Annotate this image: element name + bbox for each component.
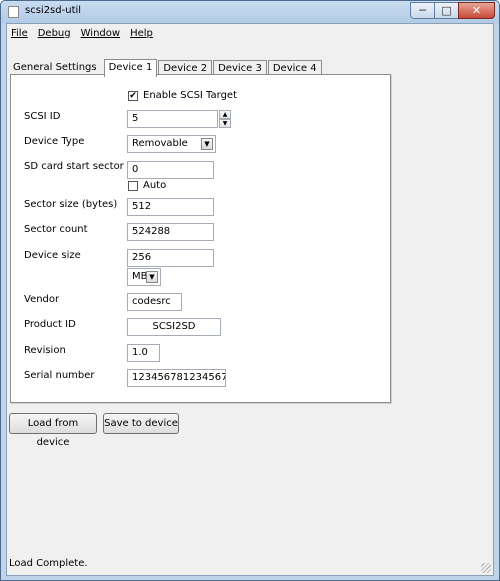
auto-label: Auto: [143, 180, 167, 191]
device-size-input[interactable]: 256: [127, 249, 214, 267]
revision-label: Revision: [24, 345, 66, 356]
sd-start-sector-label: SD card start sector: [24, 161, 124, 172]
tab-device-1[interactable]: Device 1: [103, 59, 158, 77]
scsi-id-spin-down-icon[interactable]: ▼: [219, 119, 231, 128]
sector-count-input[interactable]: 524288: [127, 223, 214, 241]
revision-input[interactable]: 1.0: [127, 344, 160, 362]
scsi-id-label: SCSI ID: [24, 111, 61, 122]
sd-start-sector-input[interactable]: 0: [127, 161, 214, 179]
enable-target-checkbox[interactable]: ✔: [128, 91, 138, 101]
menu-bar: File Debug Window Help: [7, 24, 493, 42]
serial-number-label: Serial number: [24, 370, 95, 381]
device-type-value: Removable: [132, 138, 188, 149]
serial-number-input[interactable]: 1234567812345678: [127, 369, 226, 387]
product-id-label: Product ID: [24, 319, 76, 330]
chevron-down-icon: ▼: [201, 138, 213, 150]
device-settings-panel: ✔ Enable SCSI Target SCSI ID 5 ▲ ▼ Devic…: [10, 74, 391, 403]
client-area: File Debug Window Help General Settings …: [6, 23, 494, 576]
menu-help[interactable]: Help: [130, 28, 153, 39]
scsi-id-input[interactable]: 5: [127, 110, 218, 128]
device-size-label: Device size: [24, 250, 81, 261]
app-icon: [8, 6, 19, 18]
device-type-label: Device Type: [24, 136, 85, 147]
save-to-device-button[interactable]: Save to device: [103, 413, 179, 434]
close-button[interactable]: ✕: [458, 2, 495, 19]
menu-file[interactable]: File: [11, 28, 28, 39]
device-type-select[interactable]: Removable ▼: [127, 135, 216, 153]
status-bar-text: Load Complete.: [9, 558, 88, 569]
chevron-down-icon: ▼: [146, 271, 158, 283]
vendor-input[interactable]: codesrc: [127, 293, 182, 311]
size-unit-select[interactable]: MB ▼: [127, 268, 161, 286]
enable-target-label: Enable SCSI Target: [143, 90, 237, 101]
resize-grip-icon[interactable]: [481, 563, 491, 573]
sector-size-label: Sector size (bytes): [24, 199, 118, 210]
menu-window[interactable]: Window: [81, 28, 120, 39]
vendor-label: Vendor: [24, 294, 60, 305]
sector-size-input[interactable]: 512: [127, 198, 214, 216]
menu-debug[interactable]: Debug: [38, 28, 71, 39]
app-window: scsi2sd-util ─ □ ✕ File Debug Window Hel…: [0, 0, 500, 581]
maximize-button[interactable]: □: [434, 2, 459, 19]
product-id-input[interactable]: SCSI2SD: [127, 318, 221, 336]
scsi-id-spin-up-icon[interactable]: ▲: [219, 110, 231, 119]
load-from-device-button[interactable]: Load from device: [9, 413, 97, 448]
minimize-button[interactable]: ─: [410, 2, 435, 19]
title-bar: scsi2sd-util ─ □ ✕: [1, 1, 499, 23]
sector-count-label: Sector count: [24, 224, 88, 235]
auto-checkbox[interactable]: [128, 181, 138, 191]
window-title: scsi2sd-util: [25, 5, 82, 16]
